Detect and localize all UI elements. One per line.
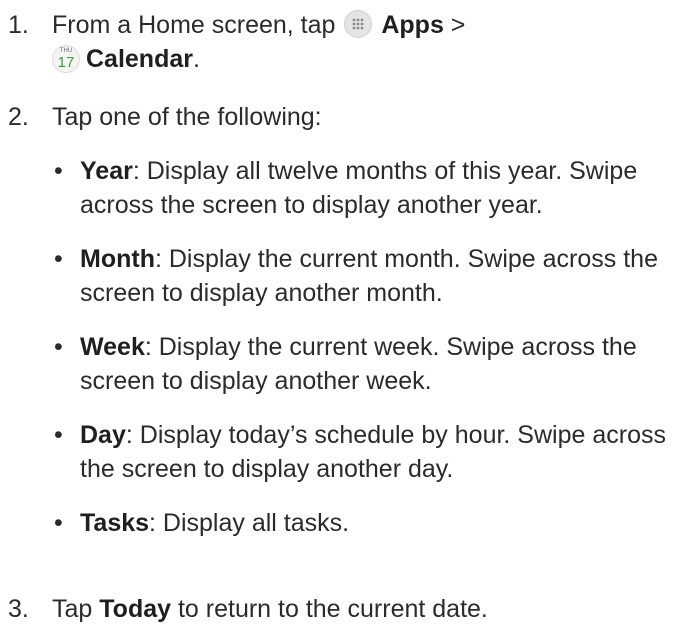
step-number: 2. (8, 103, 29, 131)
view-options-list: • Year: Display all twelve months of this… (8, 154, 668, 540)
step-number: 3. (8, 595, 29, 623)
step-text: Tap Today to return to the current date. (52, 592, 668, 626)
bullet-icon: • (54, 421, 63, 449)
option-desc: : Display all twelve months of this year… (80, 157, 638, 219)
calendar-label: Calendar (86, 45, 193, 73)
step-1: 1. From a Home screen, tap Apps > THU 17 C… (8, 8, 668, 76)
option-term: Year (80, 157, 133, 185)
calendar-icon-day: 17 (57, 54, 75, 71)
step-number: 1. (8, 11, 29, 39)
step-3-text-b: to return to the current date. (171, 595, 488, 623)
option-week: • Week: Display the current week. Swipe a… (52, 330, 668, 398)
option-term: Day (80, 421, 126, 449)
step-text: From a Home screen, tap Apps > THU 17 Cale… (52, 8, 668, 76)
option-desc: : Display today’s schedule by hour. Swip… (80, 421, 666, 483)
option-month: • Month: Display the current month. Swipe… (52, 242, 668, 310)
step-3: 3. Tap Today to return to the current da… (8, 592, 668, 626)
apps-label: Apps (381, 11, 444, 39)
bullet-icon: • (54, 157, 63, 185)
option-desc: : Display all tasks. (149, 509, 350, 537)
option-year: • Year: Display all twelve months of this… (52, 154, 668, 222)
bullet-icon: • (54, 333, 63, 361)
bullet-icon: • (54, 245, 63, 273)
calendar-app-icon: THU 17 (52, 45, 80, 73)
option-term: Week (80, 333, 145, 361)
apps-grid-icon (344, 10, 373, 38)
period: . (192, 45, 200, 73)
bullet-icon: • (54, 509, 63, 537)
gt-separator: > (443, 11, 466, 39)
options-list-wrap: • Year: Display all twelve months of this… (8, 154, 668, 560)
option-day: • Day: Display today’s schedule by hour. … (52, 418, 668, 486)
option-desc: : Display the current week. Swipe across… (80, 333, 637, 395)
option-term: Tasks (80, 509, 150, 537)
today-label: Today (99, 595, 172, 623)
step-1-text: From a Home screen, tap (52, 11, 343, 39)
option-tasks: • Tasks: Display all tasks. (52, 506, 668, 540)
option-term: Month (80, 245, 155, 273)
option-desc: : Display the current month. Swipe acros… (80, 245, 658, 307)
step-3-text-a: Tap (52, 595, 100, 623)
step-text: Tap one of the following: (52, 103, 322, 131)
step-2: 2. Tap one of the following: (8, 100, 668, 134)
